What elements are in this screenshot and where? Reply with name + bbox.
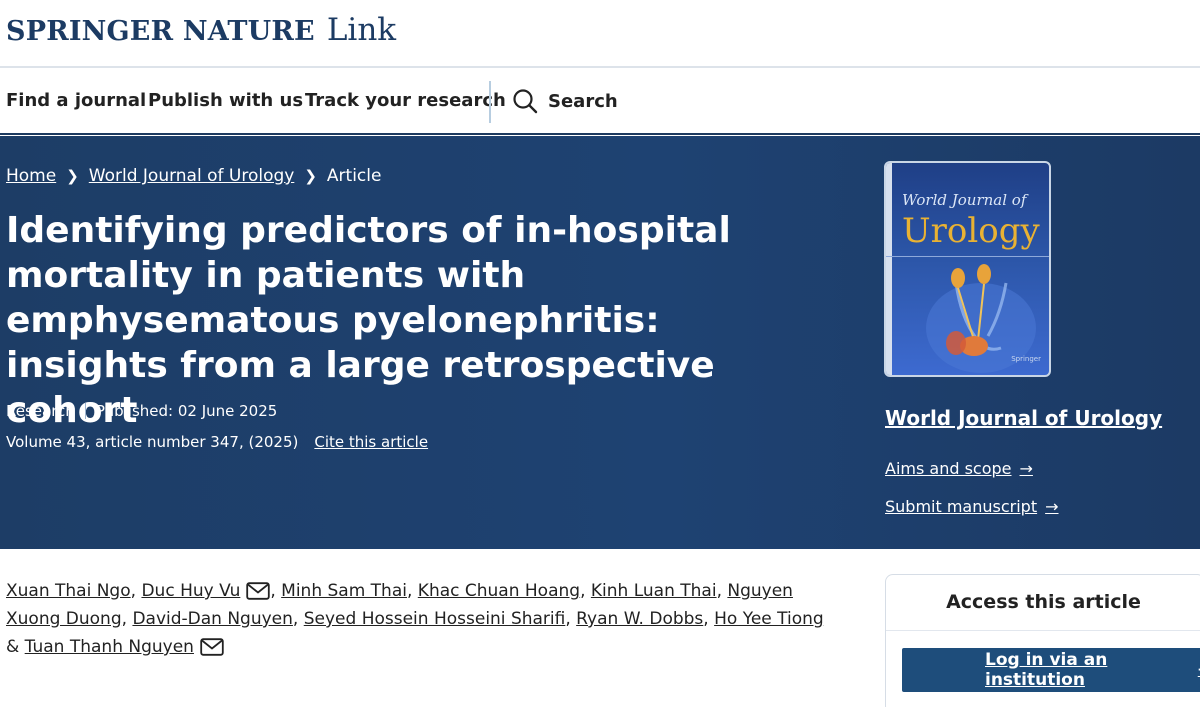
volume-info: Volume 43, article number 347, (2025): [6, 433, 299, 451]
institution-login-button[interactable]: Log in via an institution →: [902, 648, 1200, 692]
author-link[interactable]: David-Dan Nguyen: [132, 609, 292, 629]
institution-login-label: Log in via an institution: [985, 650, 1108, 690]
chevron-right-icon: ❯: [304, 167, 317, 185]
author-link[interactable]: Ryan W. Dobbs: [576, 609, 703, 629]
site-header: SPRINGER NATURE Link: [0, 0, 1200, 68]
search-label: Search: [548, 90, 618, 112]
arrow-right-icon: →: [1045, 497, 1059, 516]
submit-manuscript-label: Submit manuscript: [885, 497, 1038, 516]
springer-nature-link-logo[interactable]: SPRINGER NATURE Link: [6, 12, 396, 48]
article-meta-type: Research Published: 02 June 2025: [6, 402, 277, 420]
access-title: Access this article: [946, 591, 1141, 613]
cover-publisher: Springer: [1011, 355, 1041, 363]
cover-title: World Journal of: [902, 191, 1027, 209]
meta-divider: [84, 403, 86, 419]
aims-scope-label: Aims and scope: [885, 459, 1012, 478]
mail-icon[interactable]: [200, 638, 224, 656]
cover-divider: [886, 256, 1049, 257]
aims-scope-link[interactable]: Aims and scope →: [885, 459, 1033, 478]
logo-brand-text: SPRINGER NATURE: [6, 16, 315, 47]
breadcrumb-journal[interactable]: World Journal of Urology: [89, 166, 295, 186]
breadcrumb-current: Article: [326, 166, 382, 186]
breadcrumb: Home ❯ World Journal of Urology ❯ Articl…: [6, 166, 381, 186]
author-link[interactable]: Tuan Thanh Nguyen: [25, 637, 194, 657]
authors-conjunction: &: [6, 637, 20, 657]
journal-name-link[interactable]: World Journal of Urology: [885, 406, 1162, 430]
author-link[interactable]: Kinh Luan Thai: [591, 581, 717, 601]
article-meta-volume: Volume 43, article number 347, (2025) Ci…: [6, 433, 428, 451]
nav-search-button[interactable]: Search: [512, 88, 618, 114]
author-link[interactable]: Minh Sam Thai: [281, 581, 407, 601]
article-hero: Home ❯ World Journal of Urology ❯ Articl…: [0, 136, 1200, 549]
cover-subtitle: Urology: [902, 211, 1040, 251]
nav-find-journal[interactable]: Find a journal: [6, 90, 146, 111]
published-date: Published: 02 June 2025: [95, 402, 278, 420]
nav-divider: [489, 81, 491, 123]
nav-publish-with-us[interactable]: Publish with us: [148, 90, 303, 111]
author-link[interactable]: Duc Huy Vu: [141, 581, 240, 601]
nav-track-research[interactable]: Track your research: [305, 90, 506, 111]
cite-this-article-link[interactable]: Cite this article: [314, 433, 428, 451]
article-title: Identifying predictors of in-hospital mo…: [6, 210, 731, 431]
access-divider: [886, 630, 1200, 631]
search-icon: [513, 89, 538, 114]
logo-link-text: Link: [326, 12, 397, 48]
mail-icon[interactable]: [246, 582, 271, 600]
author-link[interactable]: Khac Chuan Hoang: [418, 581, 580, 601]
breadcrumb-home[interactable]: Home: [6, 166, 56, 186]
access-article-panel: Access this article Log in via an instit…: [885, 574, 1200, 707]
article-type: Research: [6, 402, 75, 420]
author-link[interactable]: Seyed Hossein Hosseini Sharifi: [304, 609, 566, 629]
main-nav: Find a journal Publish with us Track you…: [0, 69, 1200, 135]
author-list: Xuan Thai Ngo, Duc Huy Vu, Minh Sam Thai…: [6, 581, 824, 657]
author-link[interactable]: Xuan Thai Ngo: [6, 581, 131, 601]
cover-spine: [886, 163, 892, 375]
author-link[interactable]: Ho Yee Tiong: [714, 609, 824, 629]
journal-cover[interactable]: World Journal of Urology Springer: [884, 161, 1051, 377]
chevron-right-icon: ❯: [66, 167, 79, 185]
submit-manuscript-link[interactable]: Submit manuscript →: [885, 497, 1059, 516]
arrow-right-icon: →: [1019, 459, 1033, 478]
